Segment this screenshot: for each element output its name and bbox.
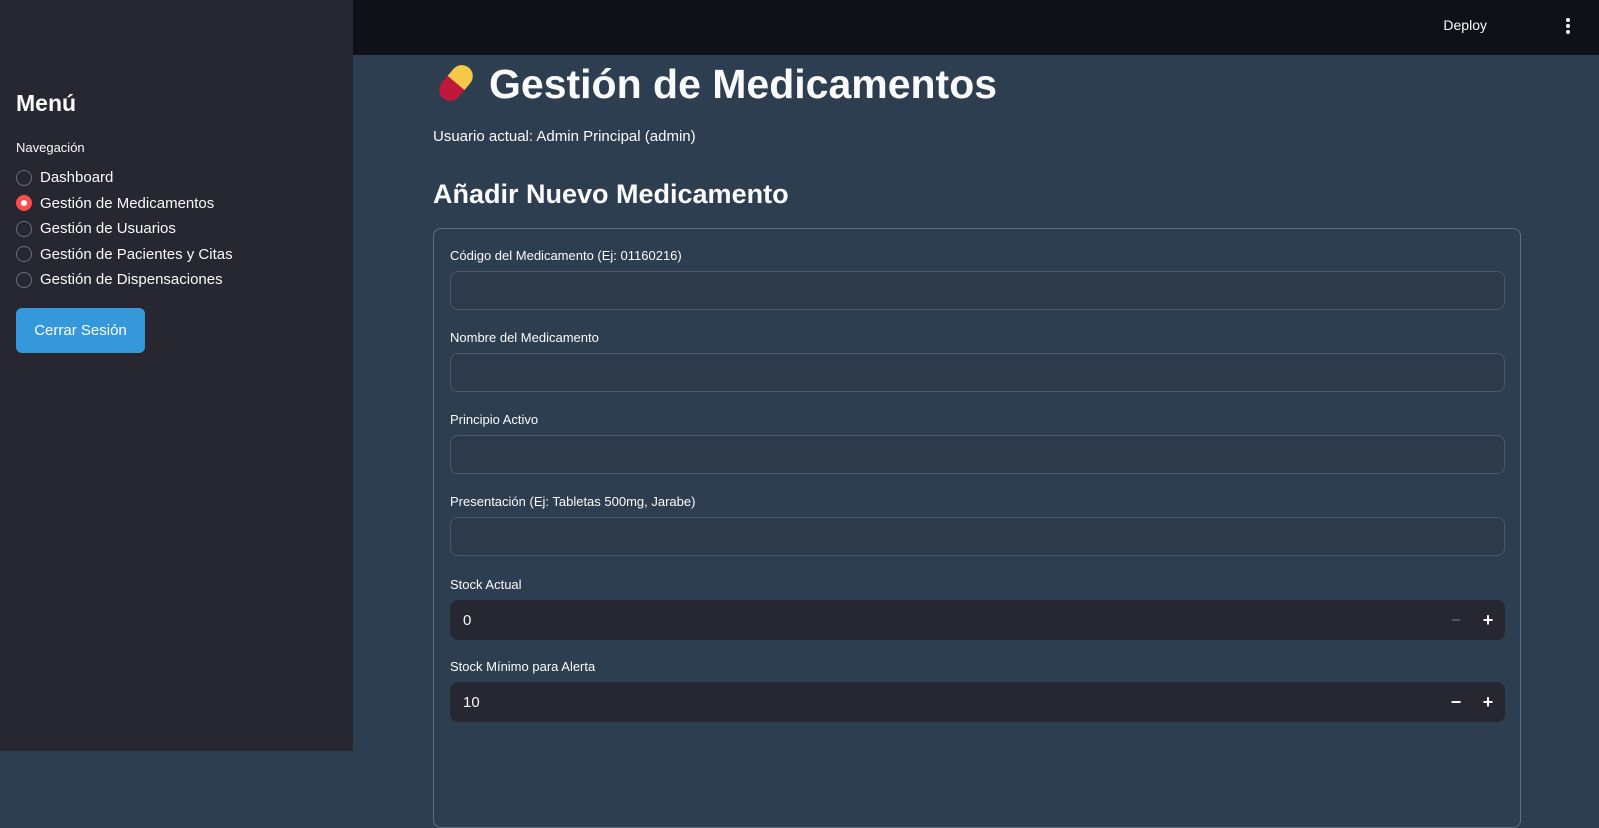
nav-radio-usuarios[interactable]: Gestión de Usuarios: [16, 216, 233, 242]
current-user-text: Usuario actual: Admin Principal (admin): [433, 128, 696, 145]
nav-radio-dispensaciones[interactable]: Gestión de Dispensaciones: [16, 267, 233, 293]
stock-minimo-increment-button[interactable]: +: [1472, 682, 1504, 722]
stock-actual-decrement-button[interactable]: −: [1440, 600, 1472, 640]
stock-actual-stepper: 0 − +: [450, 600, 1505, 640]
add-medication-form: Código del Medicamento (Ej: 01160216) No…: [433, 228, 1521, 828]
section-subtitle: Añadir Nuevo Medicamento: [433, 179, 789, 209]
deploy-button[interactable]: Deploy: [1443, 17, 1487, 33]
navigation-label: Navegación: [16, 140, 85, 155]
stock-minimo-stepper: 10 − +: [450, 682, 1505, 722]
nav-radio-label: Gestión de Pacientes y Citas: [40, 245, 233, 263]
presentacion-label: Presentación (Ej: Tabletas 500mg, Jarabe…: [450, 494, 696, 509]
codigo-label: Código del Medicamento (Ej: 01160216): [450, 248, 682, 263]
nombre-input[interactable]: [450, 353, 1505, 392]
kebab-dot: [1566, 24, 1570, 28]
codigo-input[interactable]: [450, 271, 1505, 310]
page-title: Gestión de Medicamentos: [489, 61, 998, 107]
logout-button[interactable]: Cerrar Sesión: [16, 308, 145, 353]
top-toolbar: Deploy: [353, 0, 1599, 55]
kebab-dot: [1566, 30, 1570, 34]
radio-checked-icon: [16, 195, 32, 212]
principio-label: Principio Activo: [450, 412, 539, 427]
stock-minimo-input[interactable]: 10: [450, 694, 1440, 711]
kebab-menu-icon[interactable]: [1562, 16, 1574, 36]
nav-radio-pacientes[interactable]: Gestión de Pacientes y Citas: [16, 242, 233, 268]
kebab-dot: [1566, 18, 1570, 22]
stock-actual-input[interactable]: 0: [450, 612, 1440, 629]
nav-radio-label: Gestión de Medicamentos: [40, 194, 215, 212]
sidebar-title: Menú: [16, 90, 77, 116]
stock-actual-label: Stock Actual: [450, 577, 522, 592]
radio-unchecked-icon: [16, 220, 32, 237]
radio-unchecked-icon: [16, 271, 32, 288]
sidebar: Menú Navegación Dashboard Gestión de Med…: [0, 0, 353, 751]
radio-unchecked-icon: [16, 246, 32, 263]
stock-minimo-decrement-button[interactable]: −: [1440, 682, 1472, 722]
stock-actual-increment-button[interactable]: +: [1472, 600, 1504, 640]
pill-icon: [439, 65, 473, 101]
nav-radio-label: Dashboard: [40, 169, 114, 187]
nav-radio-dashboard[interactable]: Dashboard: [16, 165, 233, 191]
page-header: Gestión de Medicamentos: [433, 55, 997, 111]
navigation-radio-group: Dashboard Gestión de Medicamentos Gestió…: [16, 165, 233, 293]
nombre-label: Nombre del Medicamento: [450, 330, 599, 345]
nav-radio-label: Gestión de Usuarios: [40, 220, 176, 238]
principio-input[interactable]: [450, 435, 1505, 474]
presentacion-input[interactable]: [450, 517, 1505, 556]
radio-unchecked-icon: [16, 169, 32, 186]
stock-minimo-label: Stock Mínimo para Alerta: [450, 659, 596, 674]
nav-radio-medicamentos[interactable]: Gestión de Medicamentos: [16, 191, 233, 217]
nav-radio-label: Gestión de Dispensaciones: [40, 271, 223, 289]
